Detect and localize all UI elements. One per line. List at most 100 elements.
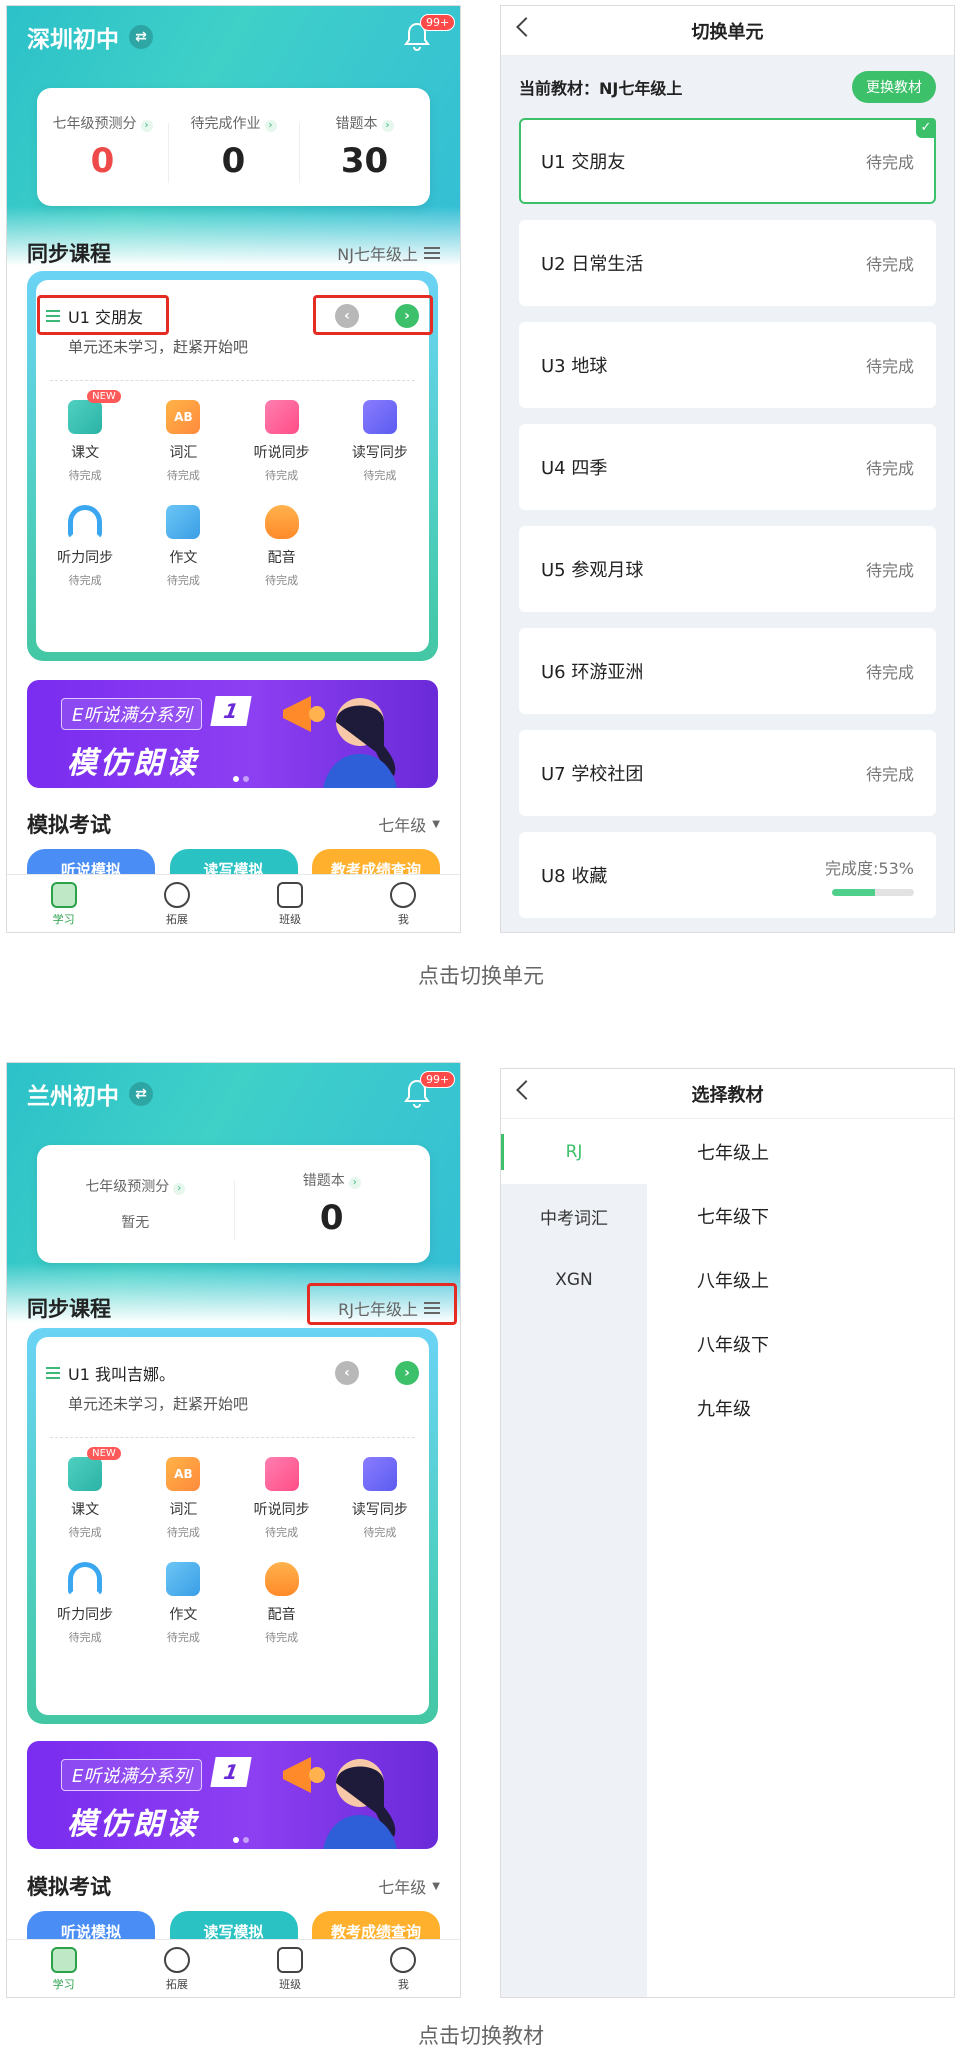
module-read-write[interactable]: 读写同步 待完成 (331, 1457, 429, 1540)
banner-dots (232, 776, 249, 782)
module-status: 待完成 (68, 1526, 102, 1539)
book-selector[interactable]: NJ七年级上 (337, 241, 440, 265)
promo-banner[interactable]: E听说满分系列 1 模仿朗读 (27, 1741, 438, 1849)
grade-value: 七年级 (378, 1878, 427, 1897)
tab-expand[interactable]: 拓展 (120, 875, 233, 932)
grade-item[interactable]: 九年级 (697, 1376, 954, 1440)
switch-icon[interactable]: ⇄ (129, 1082, 153, 1106)
unit-item[interactable]: U1 交朋友 待完成 ✓ (519, 118, 936, 204)
stat-label: 错题本 (302, 1173, 345, 1189)
listen-speak-icon (264, 400, 299, 434)
page-title: 切换单元 (691, 21, 764, 43)
module-name: 词汇 (169, 445, 198, 461)
section-title: 同步课程 (27, 1297, 111, 1321)
chat-icon (68, 400, 103, 434)
tab-expand[interactable]: 拓展 (120, 1940, 233, 1997)
school-switch[interactable]: 兰州初中 ⇄ (27, 1077, 153, 1111)
module-vocab[interactable]: AB 词汇 待完成 (134, 400, 232, 483)
module-status: 待完成 (166, 1631, 200, 1644)
document-icon (166, 505, 201, 539)
canvas: 深圳初中 ⇄ 99+ 七年级预测分 › 0 待完成作业 › 0 错题本 › 30 同步… (0, 0, 962, 2059)
unit-item[interactable]: U7 学校社团 待完成 (519, 730, 936, 816)
promo-banner[interactable]: E听说满分系列 1 模仿朗读 (27, 680, 438, 788)
school-switch[interactable]: 深圳初中 ⇄ (27, 20, 153, 54)
module-name: 听说同步 (253, 1502, 310, 1518)
unit-selector[interactable]: U1 我叫吉娜。 (46, 1361, 175, 1385)
module-name: 课文 (71, 445, 100, 461)
change-book-button[interactable]: 更换教材 (852, 71, 936, 103)
chevron-left-icon[interactable] (516, 1080, 536, 1100)
bell-icon[interactable]: 99+ (402, 14, 456, 52)
tab-study[interactable]: 学习 (7, 1940, 120, 1997)
grade-dropdown[interactable]: 七年级 ▼ (378, 1874, 440, 1898)
unit-item[interactable]: U2 日常生活 待完成 (519, 220, 936, 306)
tab-study[interactable]: 学习 (7, 875, 120, 932)
module-name: 读写同步 (351, 1502, 408, 1518)
module-name: 配音 (267, 1607, 296, 1623)
tab-label: 我 (397, 913, 409, 926)
tab-me[interactable]: 我 (347, 875, 460, 932)
module-writing[interactable]: 作文 待完成 (134, 1562, 232, 1645)
grade-item[interactable]: 七年级上 (697, 1120, 954, 1184)
unit-title: U1 我叫吉娜。 (68, 1365, 175, 1384)
module-listen-speak[interactable]: 听说同步 待完成 (233, 1457, 331, 1540)
chevron-right-icon[interactable]: › (395, 1361, 419, 1385)
unit-name: U5 参观月球 (541, 560, 644, 581)
chevron-right-icon: › (264, 120, 277, 132)
compass-icon (163, 882, 190, 908)
unit-name: U2 日常生活 (541, 254, 644, 275)
stat-predict-score[interactable]: 七年级预测分 › 暂无 (37, 1176, 234, 1232)
unit-item[interactable]: U4 四季 待完成 (519, 424, 936, 510)
unit-item[interactable]: U5 参观月球 待完成 (519, 526, 936, 612)
module-status: 待完成 (265, 574, 299, 587)
unit-status: 待完成 (865, 153, 914, 172)
tab-me[interactable]: 我 (347, 1940, 460, 1997)
module-writing[interactable]: 作文 待完成 (134, 505, 232, 588)
module-text[interactable]: NEW 课文 待完成 (36, 1447, 134, 1540)
grade-item[interactable]: 七年级下 (697, 1184, 954, 1248)
chevron-left-icon[interactable]: ‹ (335, 1361, 359, 1385)
publisher-item[interactable]: XGN (501, 1248, 647, 1312)
module-dubbing[interactable]: 配音 待完成 (233, 1562, 331, 1645)
book-icon (50, 1947, 77, 1973)
course-card-inner: U1 交朋友 单元还未学习，赶紧开始吧 ‹ › NEW 课文 待完成 AB 词汇… (36, 280, 429, 652)
tab-class[interactable]: 班级 (234, 1940, 347, 1997)
unit-item[interactable]: U8 收藏 完成度:53% (519, 832, 936, 918)
section-title: 同步课程 (27, 242, 111, 266)
module-read-write[interactable]: 读写同步 待完成 (331, 400, 429, 483)
headphone-icon (68, 1562, 103, 1596)
stat-mistake-book[interactable]: 错题本 › 30 (299, 113, 430, 183)
module-vocab[interactable]: AB 词汇 待完成 (134, 1457, 232, 1540)
unit-list: U1 交朋友 待完成 ✓ U2 日常生活 待完成 U3 地球 待完成 U4 四季 待完… (501, 118, 954, 918)
unit-item[interactable]: U3 地球 待完成 (519, 322, 936, 408)
book-select-body: RJ 中考词汇 XGN 七年级上 七年级下 八年级上 八年级下 九年级 (501, 1120, 954, 1997)
smile-icon (390, 1947, 417, 1973)
module-status: 待完成 (363, 1526, 397, 1539)
stat-pending-homework[interactable]: 待完成作业 › 0 (168, 113, 299, 183)
stat-predict-score[interactable]: 七年级预测分 › 0 (37, 113, 168, 181)
chevron-left-icon[interactable] (516, 17, 536, 37)
module-status: 待完成 (68, 574, 102, 587)
chevron-down-icon: ▼ (432, 1880, 440, 1892)
module-status: 待完成 (265, 1526, 299, 1539)
pen-icon (362, 400, 397, 434)
grade-item[interactable]: 八年级上 (697, 1248, 954, 1312)
publisher-item[interactable]: RJ (501, 1120, 647, 1184)
tab-class[interactable]: 班级 (234, 875, 347, 932)
publisher-item[interactable]: 中考词汇 (501, 1184, 647, 1248)
sync-course-header: 同步课程 NJ七年级上 (27, 238, 440, 268)
module-listening[interactable]: 听力同步 待完成 (36, 1562, 134, 1645)
switch-icon[interactable]: ⇄ (129, 25, 153, 49)
unit-item[interactable]: U6 环游亚洲 待完成 (519, 628, 936, 714)
module-dubbing[interactable]: 配音 待完成 (233, 505, 331, 588)
module-listen-speak[interactable]: 听说同步 待完成 (233, 400, 331, 483)
module-text[interactable]: NEW 课文 待完成 (36, 390, 134, 483)
bell-icon[interactable]: 99+ (402, 1071, 456, 1109)
stat-value: 0 (221, 141, 246, 181)
grade-item[interactable]: 八年级下 (697, 1312, 954, 1376)
module-listening[interactable]: 听力同步 待完成 (36, 505, 134, 588)
chevron-right-icon: › (381, 120, 394, 132)
grade-value: 七年级 (378, 816, 427, 835)
stat-mistake-book[interactable]: 错题本 › 0 (233, 1170, 431, 1240)
grade-dropdown[interactable]: 七年级 ▼ (378, 812, 440, 836)
